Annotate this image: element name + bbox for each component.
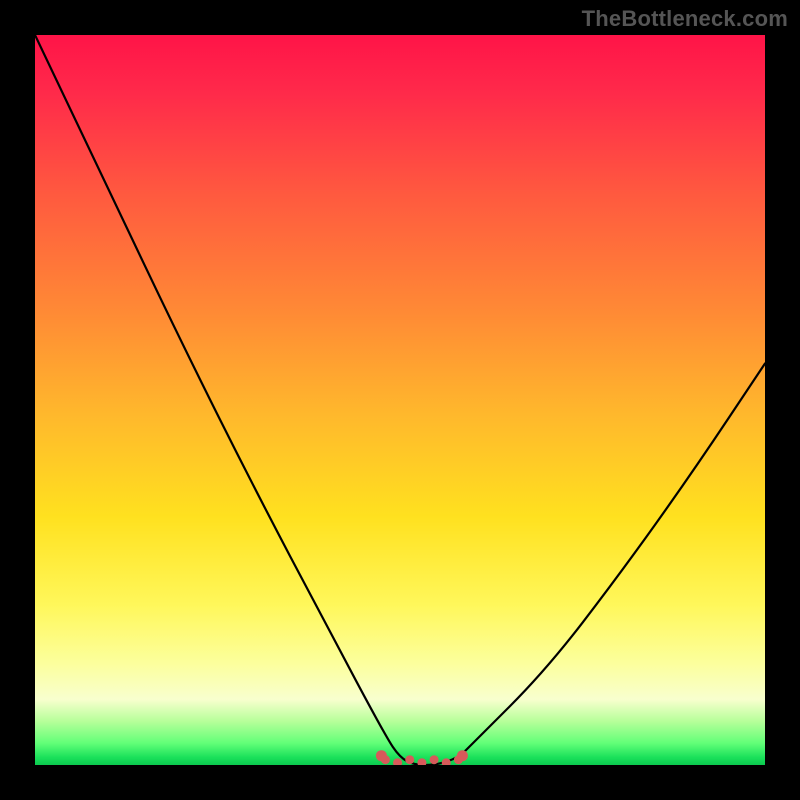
chart-overlay — [35, 35, 765, 765]
bottom-dot — [417, 758, 426, 765]
bottom-dot-end — [376, 750, 387, 761]
bottom-dot — [405, 755, 414, 764]
plot-area — [35, 35, 765, 765]
bottom-dot-end — [457, 750, 468, 761]
chart-frame: TheBottleneck.com — [0, 0, 800, 800]
curve-path — [35, 35, 765, 765]
bottom-dot — [430, 755, 439, 764]
bottom-dot — [393, 758, 402, 765]
watermark-text: TheBottleneck.com — [582, 6, 788, 32]
bottom-dot — [442, 758, 451, 765]
